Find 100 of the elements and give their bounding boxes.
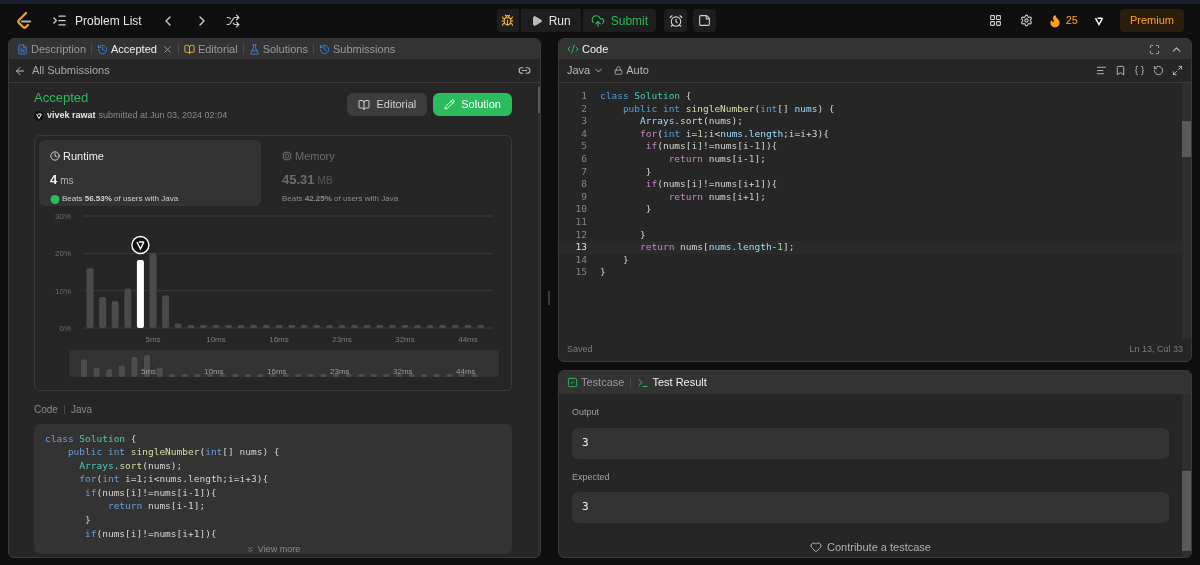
cloud-upload-icon	[590, 13, 605, 28]
tab[interactable]: Description	[17, 40, 87, 58]
expand-icon[interactable]	[1172, 65, 1183, 76]
history-icon	[318, 43, 330, 55]
problem-list-link[interactable]: Problem List	[75, 11, 142, 30]
stat-value: 4	[50, 171, 58, 189]
line-number: 15	[574, 266, 587, 279]
line-number: 14	[574, 253, 587, 267]
axis-label: 16ms	[269, 334, 289, 344]
braces-icon[interactable]	[1134, 65, 1145, 76]
back-link[interactable]: All Submissions	[32, 62, 110, 79]
axis-label: 44ms	[456, 366, 476, 377]
contribute-link[interactable]: Contribute a testcase	[810, 539, 931, 556]
axis-label: 10ms	[204, 366, 224, 377]
bookmark-icon[interactable]	[1115, 65, 1126, 76]
cursor-position: Ln 13, Col 33	[1129, 343, 1183, 357]
code-line: if(nums[i]!=nums[i-1]){	[84, 485, 218, 500]
debug-button[interactable]	[496, 9, 519, 32]
logo-icon[interactable]	[16, 11, 32, 30]
range-brush[interactable]: 5ms 10ms 16ms 23ms 32ms 44ms	[69, 349, 499, 377]
scrollbar[interactable]	[1182, 83, 1191, 339]
tab[interactable]: Accepted	[97, 40, 157, 58]
line-number: 9	[580, 190, 587, 204]
code-line: for(int i=1;i<nums.length;i=i+3){	[639, 127, 829, 141]
code-line: Arrays.sort(nums);	[639, 115, 744, 128]
chart-bar[interactable]	[136, 259, 144, 328]
stat-card[interactable]: Runtime 4 ms Beats 56.53% of users with Java	[39, 139, 261, 206]
settings-icon[interactable]	[1019, 14, 1033, 27]
premium-button[interactable]: Premium	[1120, 9, 1184, 32]
back-icon[interactable]	[14, 64, 26, 77]
list-icon[interactable]	[52, 13, 67, 28]
run-button[interactable]: Run	[520, 9, 581, 32]
editorial-button[interactable]: Editorial	[347, 93, 428, 116]
submit-button[interactable]: Submit	[582, 9, 657, 32]
code-line: if(nums[i]!=nums[i+1]){	[644, 178, 778, 191]
line-number: 2	[580, 102, 587, 116]
code-line: return nums[i-1];	[667, 152, 766, 166]
stat-unit: ms	[60, 174, 74, 188]
field-label: Expected	[572, 470, 611, 484]
chevrons-down-icon	[245, 545, 255, 554]
mode-label[interactable]: Auto	[626, 62, 649, 79]
scrollbar[interactable]	[1182, 394, 1191, 557]
line-number: 5	[580, 140, 587, 153]
username[interactable]: vivek rawat	[47, 109, 96, 123]
code-line: if(nums[i]!=nums[i+1]){	[84, 526, 218, 541]
code-line: for(int i=1;i<nums.length;i=i+3){	[78, 472, 270, 486]
beats-text: Beats 56.53% of users with Java	[62, 192, 179, 205]
line-number: 3	[580, 115, 587, 128]
timer-button[interactable]	[664, 9, 688, 32]
line-number: 8	[580, 178, 587, 191]
line-number: 4	[580, 127, 587, 141]
flask-icon	[248, 43, 260, 55]
code-line: Arrays.sort(nums);	[78, 458, 184, 473]
tab[interactable]: Solutions	[248, 40, 308, 58]
view-more-button[interactable]: View more	[245, 543, 301, 554]
format-icon[interactable]	[1096, 65, 1107, 76]
link-icon[interactable]	[518, 64, 531, 77]
stat-value: 45.31	[282, 171, 315, 189]
code-line: }	[621, 253, 629, 267]
code-line: }	[600, 266, 606, 279]
tab[interactable]: Editorial	[183, 40, 238, 58]
stat-title: Memory	[295, 148, 335, 164]
line-number: 1	[580, 90, 587, 103]
line-number: 7	[580, 165, 587, 179]
code-line: }	[84, 513, 92, 527]
close-icon[interactable]	[161, 43, 173, 55]
reset-icon[interactable]	[1153, 65, 1164, 76]
language-dropdown[interactable]: Java	[567, 62, 605, 79]
tab[interactable]: Submissions	[318, 40, 396, 58]
note-icon	[698, 14, 712, 27]
shuffle-icon[interactable]	[225, 13, 240, 28]
code-line: }	[639, 228, 646, 242]
code-line: public int singleNumber(int[] nums) {	[66, 445, 281, 459]
avatar-icon	[34, 110, 44, 121]
code-line: if(nums[i]!=nums[i-1]){	[644, 140, 778, 153]
code-line: class Solution {	[45, 431, 138, 446]
code-line: return nums[i-1];	[106, 499, 207, 514]
axis-label: 32ms	[395, 334, 415, 344]
document-icon	[17, 43, 28, 55]
axis-label: 32ms	[393, 366, 413, 377]
fullscreen-icon[interactable]	[1149, 43, 1160, 55]
code-line: }	[644, 165, 652, 179]
beats-icon	[50, 193, 60, 204]
code-line: return nums[i+1];	[667, 190, 766, 204]
beats-text: Beats 42.25% of users with Java	[282, 192, 399, 205]
notes-button[interactable]	[693, 9, 717, 32]
tab[interactable]: Testcase	[567, 374, 625, 391]
axis-label: 10ms	[206, 334, 226, 344]
play-icon	[530, 14, 543, 27]
bug-icon	[501, 14, 515, 27]
line-number: 12	[574, 228, 587, 242]
save-status: Saved	[567, 343, 593, 357]
axis-label: 44ms	[458, 334, 478, 344]
lock-icon	[614, 66, 624, 75]
tab[interactable]: Test Result	[637, 374, 707, 391]
language-label: Java	[70, 402, 93, 417]
flame-icon[interactable]	[1047, 13, 1062, 28]
terminal-icon	[637, 376, 650, 389]
grid-icon[interactable]	[988, 14, 1002, 27]
axis-label: 23ms	[330, 366, 350, 377]
